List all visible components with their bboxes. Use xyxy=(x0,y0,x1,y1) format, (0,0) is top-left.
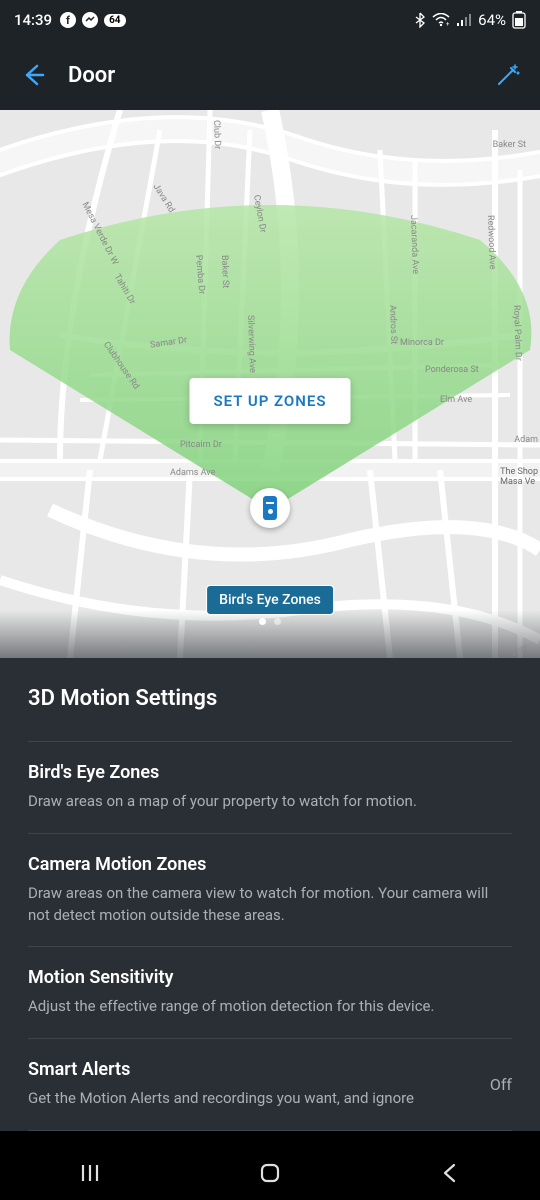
setting-motion-sensitivity[interactable]: Motion Sensitivity Adjust the effective … xyxy=(28,947,512,1039)
notification-count-badge: 64 xyxy=(104,14,125,27)
street-label: Baker St xyxy=(493,140,526,150)
street-label: Baker St xyxy=(219,255,230,289)
setting-label: Smart Alerts xyxy=(28,1059,478,1080)
setting-description: Get the Motion Alerts and recordings you… xyxy=(28,1088,478,1110)
svg-text:f: f xyxy=(66,14,70,27)
battery-percentage: 64% xyxy=(478,11,506,29)
page-indicator xyxy=(259,618,281,625)
status-bar: 14:39 f 64 + 64% xyxy=(0,0,540,40)
setting-smart-alerts[interactable]: Smart Alerts Get the Motion Alerts and r… xyxy=(28,1039,512,1131)
street-label: Minorca Dr xyxy=(400,338,444,348)
section-title: 3D Motion Settings xyxy=(28,686,512,741)
setting-description: Draw areas on the camera view to watch f… xyxy=(28,883,512,927)
settings-list: Bird's Eye Zones Draw areas on a map of … xyxy=(28,741,512,1131)
street-label: Silverwing Ave xyxy=(245,315,257,373)
street-label: Royal Palm Dr xyxy=(511,305,523,361)
set-up-zones-button[interactable]: SET UP ZONES xyxy=(190,378,351,424)
setting-label: Camera Motion Zones xyxy=(28,854,512,875)
facebook-icon: f xyxy=(60,12,76,28)
map-view[interactable]: Baker St Club Dr Java Rd Mesa Verde Dr W… xyxy=(0,110,540,658)
messenger-icon xyxy=(82,12,98,28)
bluetooth-icon xyxy=(414,12,426,28)
birds-eye-zones-badge[interactable]: Bird's Eye Zones xyxy=(206,585,334,615)
poi-label: The Shop Masa Ve xyxy=(500,468,538,488)
street-label: Adam xyxy=(514,435,538,445)
status-time: 14:39 xyxy=(14,11,52,29)
setting-description: Adjust the effective range of motion det… xyxy=(28,996,512,1018)
svg-text:+: + xyxy=(446,21,450,27)
page-title: Door xyxy=(68,63,490,88)
system-nav-bar xyxy=(0,1146,540,1200)
wifi-icon: + xyxy=(432,13,450,27)
doorbell-icon xyxy=(263,496,277,520)
recents-button[interactable] xyxy=(60,1153,120,1193)
signal-icon xyxy=(456,13,472,27)
street-label: Pitcairn Dr xyxy=(180,440,222,450)
street-label: Andros St xyxy=(387,305,398,345)
setting-label: Bird's Eye Zones xyxy=(28,762,512,783)
magic-wand-button[interactable] xyxy=(490,57,526,93)
setting-label: Motion Sensitivity xyxy=(28,967,512,988)
street-label: Adams Ave xyxy=(170,468,215,478)
setting-description: Draw areas on a map of your property to … xyxy=(28,791,512,813)
setting-value: Off xyxy=(490,1075,512,1094)
street-label: Jacaranda Ave xyxy=(408,215,420,274)
street-label: Redwood Ave xyxy=(485,215,497,270)
app-header: Door xyxy=(0,40,540,110)
street-label: Elm Ave xyxy=(440,395,472,405)
nav-back-button[interactable] xyxy=(420,1153,480,1193)
street-label: Club Dr xyxy=(211,120,222,150)
setting-birds-eye-zones[interactable]: Bird's Eye Zones Draw areas on a map of … xyxy=(28,742,512,834)
setting-camera-motion-zones[interactable]: Camera Motion Zones Draw areas on the ca… xyxy=(28,834,512,948)
settings-panel: 3D Motion Settings Bird's Eye Zones Draw… xyxy=(0,658,540,1131)
home-button[interactable] xyxy=(240,1153,300,1193)
doorbell-marker[interactable] xyxy=(250,488,290,528)
back-button[interactable] xyxy=(14,57,50,93)
battery-icon xyxy=(512,11,526,29)
street-label: Ponderosa St xyxy=(425,365,479,375)
